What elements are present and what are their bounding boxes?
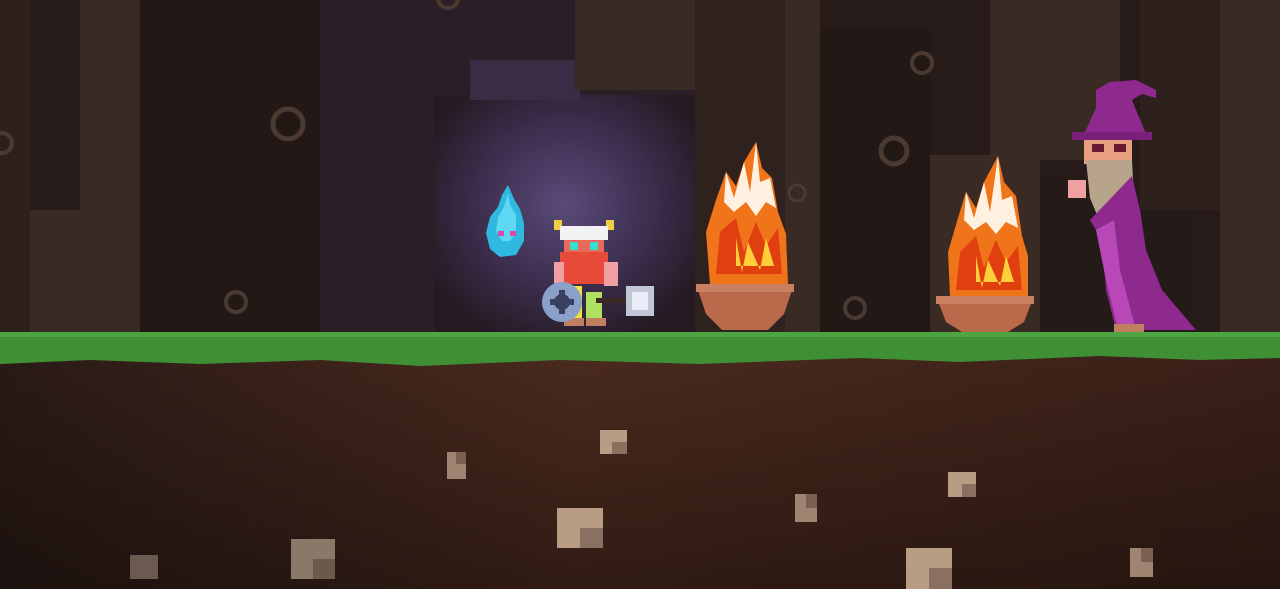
game-scene <box>0 0 1280 589</box>
ground <box>0 332 1280 589</box>
game-canvas <box>0 0 1280 589</box>
